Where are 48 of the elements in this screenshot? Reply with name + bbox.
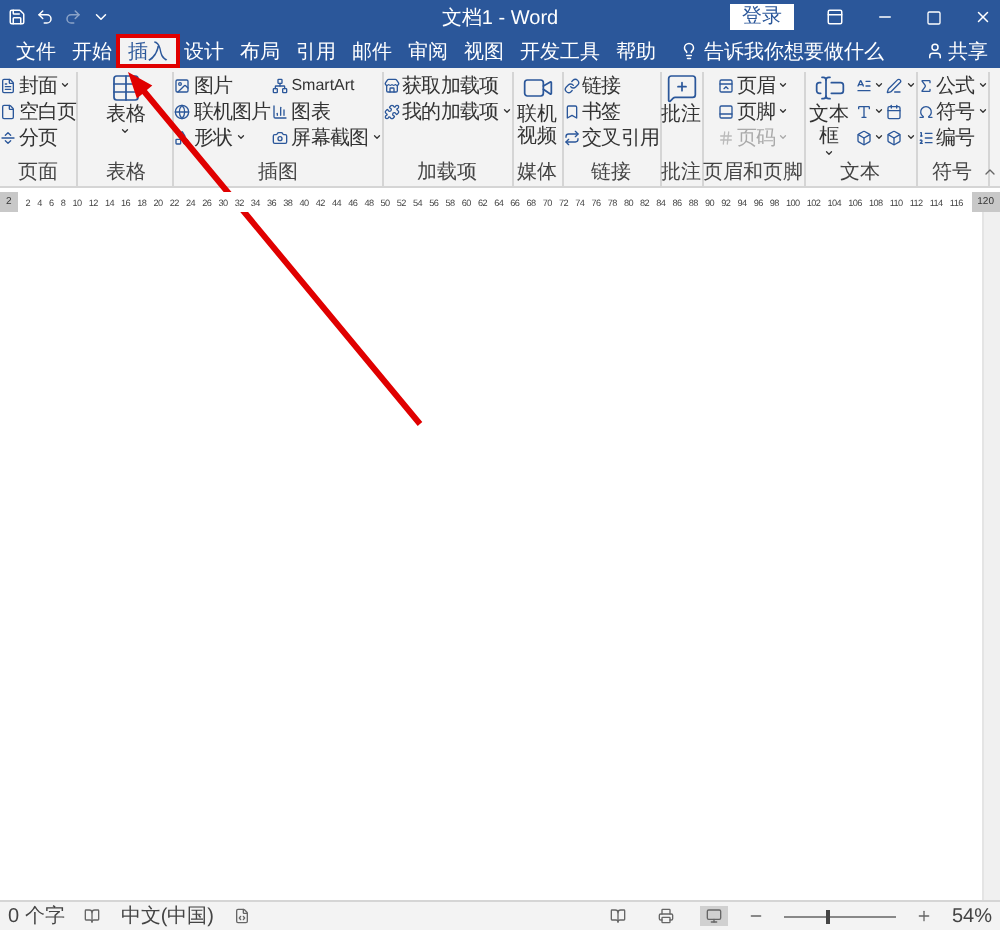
group-label: 表格 <box>105 162 146 186</box>
ribbon-button[interactable]: 我的加载项 <box>383 98 512 124</box>
ribbon-button[interactable]: 页眉 <box>717 72 789 98</box>
ribbon-tab[interactable]: 审阅 <box>400 34 456 68</box>
share-button[interactable]: 共享 <box>926 34 988 68</box>
ribbon-button[interactable]: 编号 <box>917 124 988 150</box>
group-label: 符号 <box>932 162 973 186</box>
group-label: 页眉和页脚 <box>703 162 804 186</box>
word-count[interactable]: 0 个字 <box>8 902 65 930</box>
ribbon-button[interactable]: 符号 <box>917 98 988 124</box>
ribbon-button[interactable]: 获取加载项 <box>383 72 512 98</box>
sign-in-button[interactable]: 登录 <box>730 4 795 30</box>
ribbon-button[interactable]: 分页 <box>0 124 77 150</box>
ribbon-large-button[interactable]: 联机视频 <box>513 72 562 162</box>
group-label: 链接 <box>591 162 632 186</box>
group-label: 页面 <box>18 162 59 186</box>
ribbon-button[interactable]: 书签 <box>563 98 660 124</box>
ribbon-tab[interactable]: 引用 <box>288 34 344 68</box>
ribbon-button[interactable]: SmartArt <box>272 72 382 98</box>
ribbon-button[interactable]: 图表 <box>272 98 382 124</box>
ribbon-tab[interactable]: 开发工具 <box>512 34 608 68</box>
ribbon-button[interactable]: 链接 <box>563 72 660 98</box>
group-label: 插图 <box>257 162 298 186</box>
zoom-level: 54% <box>951 905 992 927</box>
ribbon-tab[interactable]: 文件 <box>8 34 64 68</box>
language[interactable]: 中文(中国) <box>120 902 215 930</box>
ribbon-tab[interactable]: 布局 <box>232 34 288 68</box>
tell-me-search[interactable]: 告诉我你想要做什么 <box>680 34 884 68</box>
ribbon-tab[interactable]: 设计 <box>176 34 232 68</box>
ribbon-button[interactable]: 图片 <box>174 72 271 98</box>
ribbon-button[interactable]: 联机图片 <box>174 98 271 124</box>
ribbon-tab[interactable]: 开始 <box>64 34 120 68</box>
ribbon-button[interactable]: 空白页 <box>0 98 77 124</box>
ribbon-tab[interactable]: 视图 <box>456 34 512 68</box>
group-label: 文本 <box>840 162 881 186</box>
ribbon-button[interactable]: 屏幕截图 <box>272 124 382 150</box>
ribbon-large-button[interactable]: 批注 <box>661 72 702 162</box>
ribbon-button[interactable]: 公式 <box>917 72 988 98</box>
window-title: 文档1 - Word <box>441 5 559 31</box>
ribbon-button[interactable]: 封面 <box>0 72 77 98</box>
group-label: 加载项 <box>417 162 478 186</box>
ribbon-large-button[interactable]: 文本框 <box>805 72 854 162</box>
ribbon-button[interactable]: 交叉引用 <box>563 124 660 150</box>
group-label: 媒体 <box>517 162 558 186</box>
ribbon-tab[interactable]: 邮件 <box>344 34 400 68</box>
ribbon-button[interactable]: 页脚 <box>717 98 789 124</box>
group-label: 批注 <box>661 162 702 186</box>
ribbon-tab[interactable]: 帮助 <box>608 34 664 68</box>
